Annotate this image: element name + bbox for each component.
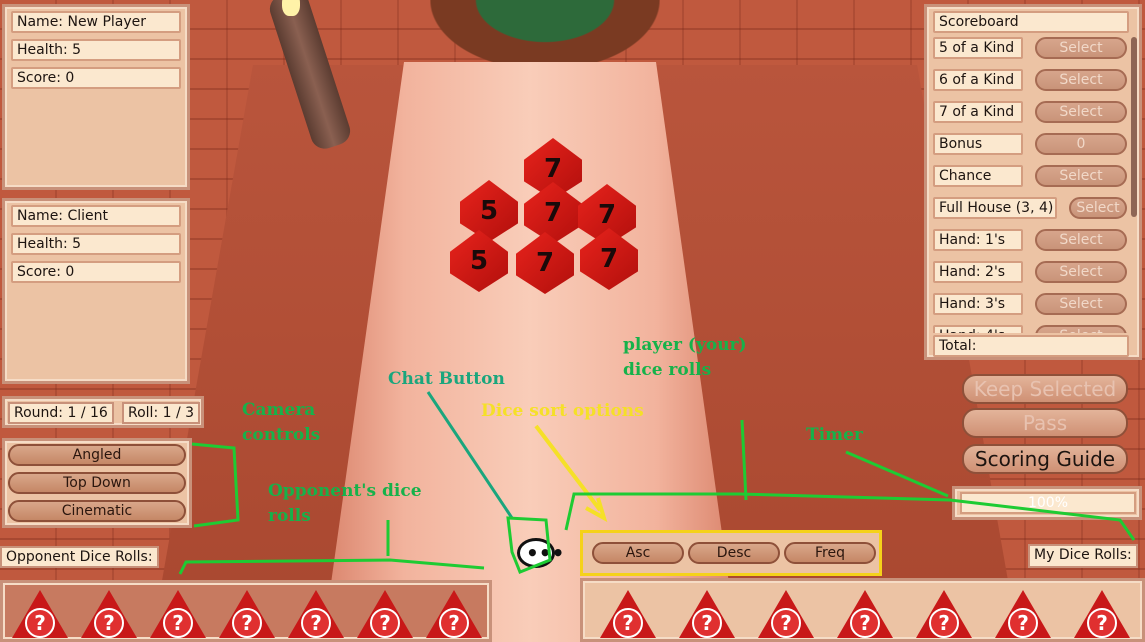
my-die-slot[interactable]: ? xyxy=(758,586,814,638)
candle-flame xyxy=(282,0,300,16)
scoreboard-select-button[interactable]: Select xyxy=(1035,101,1127,123)
scoreboard-row-name: Chance xyxy=(933,165,1023,187)
question-mark-icon: ? xyxy=(1087,608,1117,638)
question-mark-icon: ? xyxy=(232,608,262,638)
scoreboard-scrollbar[interactable] xyxy=(1131,37,1137,217)
opponent-die-slot[interactable]: ? xyxy=(81,586,137,638)
scoreboard-panel: Scoreboard 5 of a Kind Select 6 of a Kind S… xyxy=(924,4,1142,360)
scoreboard-select-button[interactable]: Select xyxy=(1035,69,1127,91)
keep-selected-button[interactable]: Keep Selected xyxy=(962,374,1128,404)
scoreboard-select-button[interactable]: 0 xyxy=(1035,133,1127,155)
player-health: Health: 5 xyxy=(11,39,181,61)
player-score: Score: 0 xyxy=(11,67,181,89)
camera-annotation: Camera controls xyxy=(242,400,321,445)
chat-button[interactable]: ••• xyxy=(517,538,564,568)
question-mark-icon: ? xyxy=(1008,608,1038,638)
player-rolls-annotation: player (your) dice rolls xyxy=(623,335,747,380)
pass-button[interactable]: Pass xyxy=(962,408,1128,438)
timer-bar: 100% xyxy=(960,492,1136,514)
scoreboard-row-name: 7 of a Kind xyxy=(933,101,1023,123)
opponent-dice-label: Opponent Dice Rolls: xyxy=(0,546,159,568)
question-mark-icon: ? xyxy=(692,608,722,638)
question-mark-icon: ? xyxy=(370,608,400,638)
my-die-slot[interactable]: ? xyxy=(916,586,972,638)
question-mark-icon: ? xyxy=(25,608,55,638)
timer-annotation: Timer xyxy=(806,425,863,445)
chat-annotation: Chat Button xyxy=(388,369,505,389)
roll-counter: Roll: 1 / 3 xyxy=(122,402,201,424)
scoreboard-select-button[interactable]: Select xyxy=(1035,229,1127,251)
scoreboard-row-name: Hand: 3's xyxy=(933,293,1023,315)
sort-annotation: Dice sort options xyxy=(481,401,644,421)
opponent-die-slot[interactable]: ? xyxy=(219,586,275,638)
opponent-die-slot[interactable]: ? xyxy=(12,586,68,638)
scoreboard-row-name: Bonus xyxy=(933,133,1023,155)
my-die-slot[interactable]: ? xyxy=(600,586,656,638)
scoreboard-row-name: Hand: 2's xyxy=(933,261,1023,283)
client-score: Score: 0 xyxy=(11,261,181,283)
question-mark-icon: ? xyxy=(301,608,331,638)
scoreboard-select-button[interactable]: Select xyxy=(1035,37,1127,59)
scoreboard-select-button[interactable]: Select xyxy=(1069,197,1127,219)
question-mark-icon: ? xyxy=(613,608,643,638)
scoreboard-row-name: Full House (3, 4) xyxy=(933,197,1057,219)
scoring-guide-button[interactable]: Scoring Guide xyxy=(962,444,1128,474)
scoreboard-row-name: Hand: 1's xyxy=(933,229,1023,251)
scoreboard-total: Total: xyxy=(933,335,1129,357)
sort-freq-button[interactable]: Freq xyxy=(784,542,876,564)
camera-angled-button[interactable]: Angled xyxy=(8,444,186,466)
opponent-die-slot[interactable]: ? xyxy=(150,586,206,638)
client-health: Health: 5 xyxy=(11,233,181,255)
question-mark-icon: ? xyxy=(163,608,193,638)
scoreboard-row-name: Hand: 4's xyxy=(933,325,1023,333)
scoreboard-row-name: 6 of a Kind xyxy=(933,69,1023,91)
opponent-figure xyxy=(430,0,660,70)
my-dice-label: My Dice Rolls: xyxy=(1028,544,1138,568)
scoreboard-row-name: 5 of a Kind xyxy=(933,37,1023,59)
scoreboard-select-button[interactable]: Select xyxy=(1035,165,1127,187)
scoreboard-select-button[interactable]: Select xyxy=(1035,293,1127,315)
question-mark-icon: ? xyxy=(771,608,801,638)
my-die-slot[interactable]: ? xyxy=(995,586,1051,638)
camera-topdown-button[interactable]: Top Down xyxy=(8,472,186,494)
my-die-slot[interactable]: ? xyxy=(837,586,893,638)
question-mark-icon: ? xyxy=(850,608,880,638)
scoreboard-title: Scoreboard xyxy=(933,11,1129,33)
my-die-slot[interactable]: ? xyxy=(679,586,735,638)
question-mark-icon: ? xyxy=(929,608,959,638)
opponent-die-slot[interactable]: ? xyxy=(357,586,413,638)
client-panel: Name: Client Health: 5 Score: 0 xyxy=(2,198,190,384)
chat-bubble-icon: ••• xyxy=(526,541,565,565)
scoreboard-select-button[interactable]: Select xyxy=(1035,261,1127,283)
scoreboard-rows: 5 of a Kind Select 6 of a Kind Select 7 of a… xyxy=(927,37,1139,333)
client-name: Name: Client xyxy=(11,205,181,227)
my-die-slot[interactable]: ? xyxy=(1074,586,1130,638)
camera-cinematic-button[interactable]: Cinematic xyxy=(8,500,186,522)
player-panel: Name: New Player Health: 5 Score: 0 xyxy=(2,4,190,190)
sort-desc-button[interactable]: Desc xyxy=(688,542,780,564)
round-counter: Round: 1 / 16 xyxy=(8,402,114,424)
opponent-annotation: Opponent's dice rolls xyxy=(268,481,422,526)
player-name: Name: New Player xyxy=(11,11,181,33)
sort-asc-button[interactable]: Asc xyxy=(592,542,684,564)
scoreboard-select-button[interactable]: Select xyxy=(1035,325,1127,333)
question-mark-icon: ? xyxy=(439,608,469,638)
question-mark-icon: ? xyxy=(94,608,124,638)
opponent-die-slot[interactable]: ? xyxy=(288,586,344,638)
opponent-die-slot[interactable]: ? xyxy=(426,586,482,638)
